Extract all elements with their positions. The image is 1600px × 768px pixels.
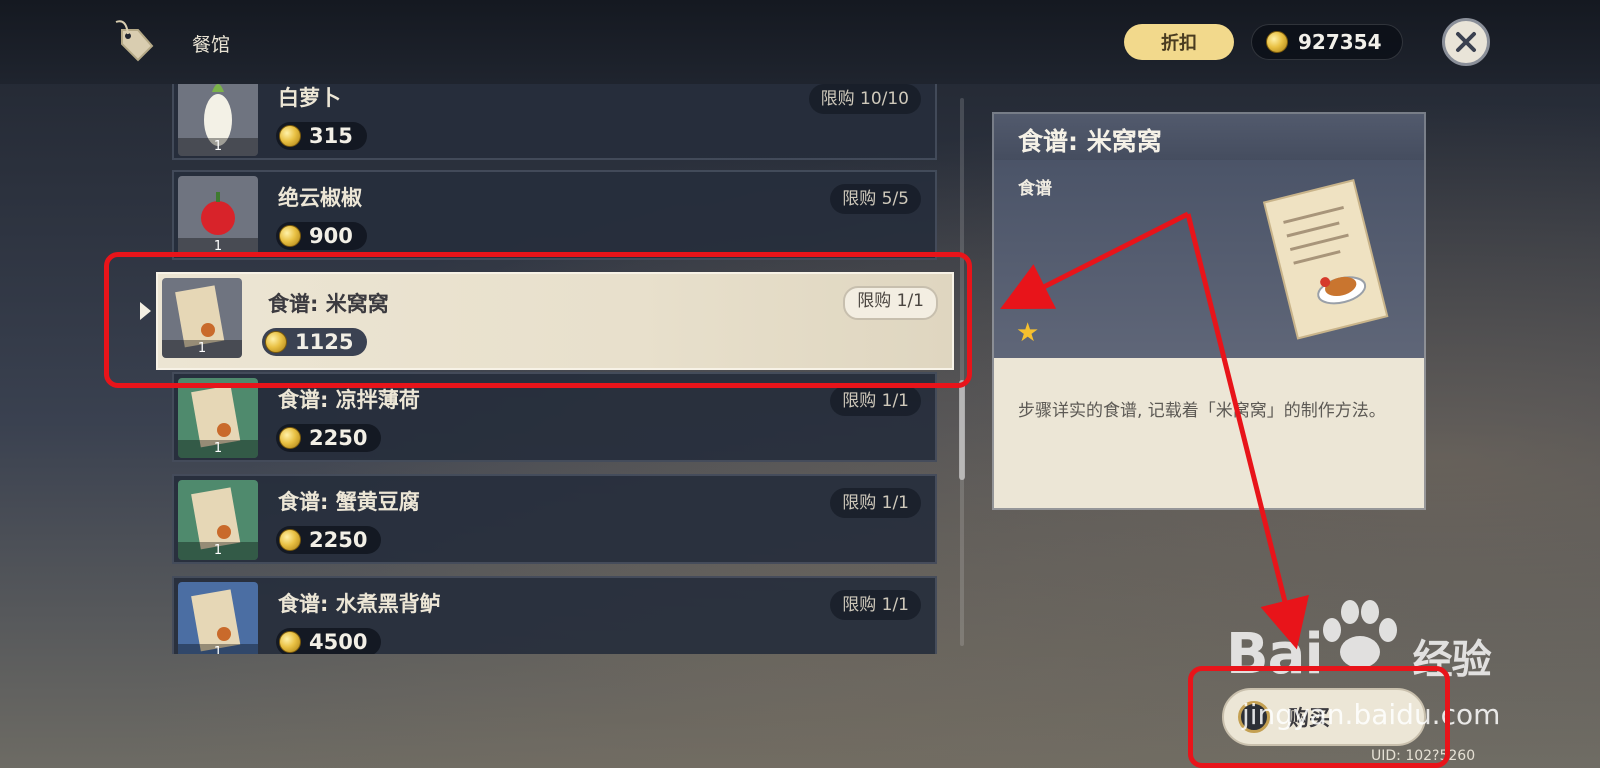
annotation-arrows xyxy=(1000,211,1309,650)
